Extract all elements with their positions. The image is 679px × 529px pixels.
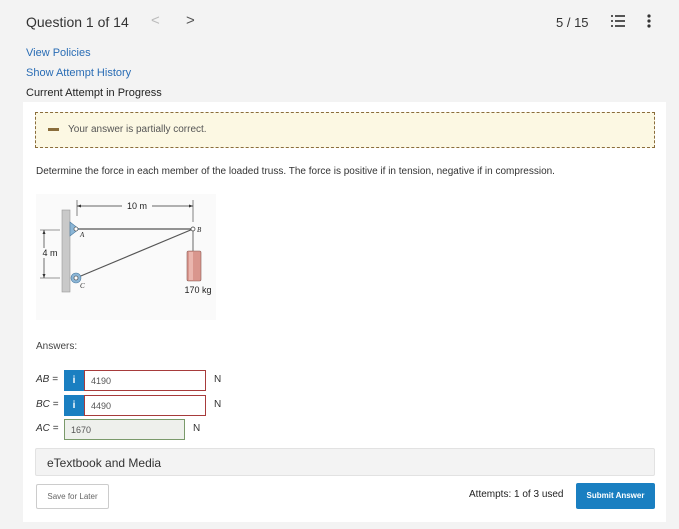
answer-input-ab[interactable]: [84, 370, 206, 391]
answer-unit-ab: N: [214, 374, 222, 385]
joint-c-label: C: [80, 282, 85, 290]
view-policies-link[interactable]: View Policies: [26, 46, 131, 66]
answer-label-ab: AB =: [36, 374, 58, 385]
dim-vertical-label: 4 m: [42, 248, 57, 258]
show-attempt-history-link[interactable]: Show Attempt History: [26, 66, 131, 86]
answer-unit-bc: N: [214, 399, 222, 410]
policy-links: View Policies Show Attempt History: [26, 46, 131, 86]
save-for-later-button[interactable]: Save for Later: [36, 484, 109, 509]
answer-label-ac: AC =: [36, 423, 59, 434]
previous-question-button[interactable]: <: [151, 12, 160, 29]
answer-unit-ac: N: [193, 423, 201, 434]
etextbook-media-panel[interactable]: eTextbook and Media: [35, 448, 655, 476]
next-question-button[interactable]: >: [186, 12, 195, 29]
info-button-ab[interactable]: i: [64, 370, 84, 391]
joint-a-label: A: [79, 231, 85, 239]
answer-input-ac[interactable]: [64, 419, 185, 440]
progress-counter: 5 / 15: [556, 15, 589, 30]
joint-b-label: B: [197, 226, 202, 234]
info-button-bc[interactable]: i: [64, 395, 84, 416]
top-bar: Question 1 of 14 < > 5 / 15: [0, 0, 679, 44]
answer-label-bc: BC =: [36, 399, 59, 410]
partial-icon: [48, 128, 59, 131]
question-title: Question 1 of 14: [26, 14, 129, 30]
attempt-status: Current Attempt in Progress: [26, 87, 162, 99]
answers-label: Answers:: [36, 341, 78, 352]
list-icon[interactable]: [611, 14, 625, 28]
alert-text: Your answer is partially correct.: [68, 124, 207, 135]
submit-answer-button[interactable]: Submit Answer: [576, 483, 655, 509]
attempts-counter: Attempts: 1 of 3 used: [469, 489, 564, 500]
partial-correct-alert: Your answer is partially correct.: [35, 112, 655, 148]
truss-figure: 10 m 4 m A C B 170 kg: [36, 194, 216, 320]
mass-label: 170 kg: [184, 285, 211, 295]
dim-horizontal-label: 10 m: [127, 201, 147, 211]
answer-input-bc[interactable]: [84, 395, 206, 416]
problem-statement: Determine the force in each member of th…: [36, 166, 555, 177]
kebab-menu-icon[interactable]: [641, 13, 657, 29]
